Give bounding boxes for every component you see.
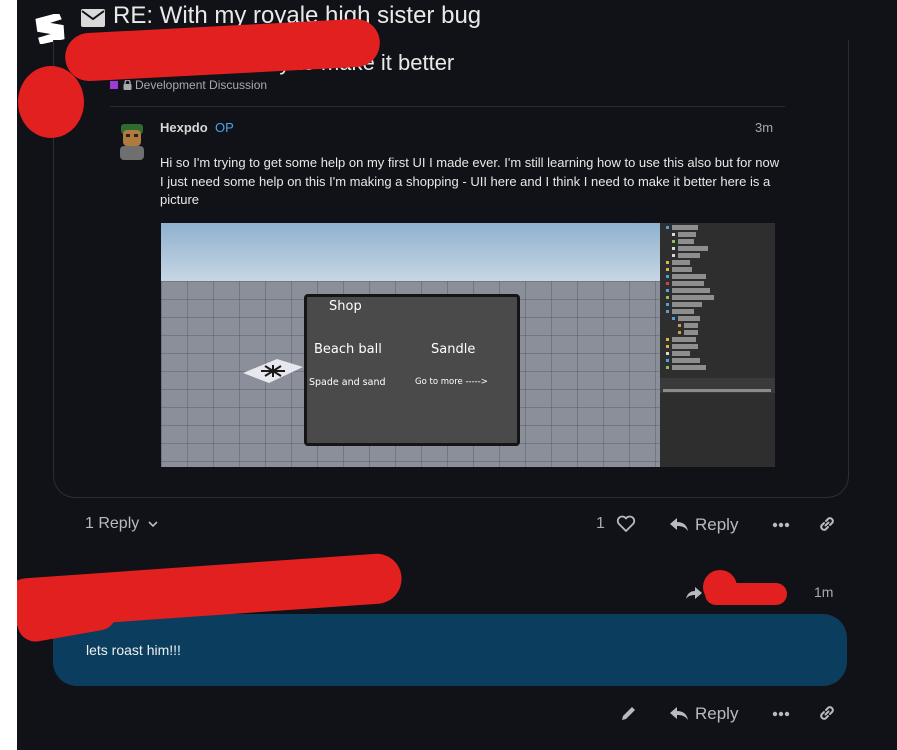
gui-beach-ball-button: Beach ball: [314, 342, 382, 357]
gui-shop-title: Shop: [329, 299, 362, 314]
reply-arrow-icon: [670, 518, 688, 531]
replies-count-label: 1 Reply: [85, 515, 140, 532]
reply-post-body: lets roast him!!!: [86, 642, 181, 658]
spawn-location-icon: [243, 359, 303, 383]
reply-arrow-icon: [670, 707, 688, 720]
reply-to-icon[interactable]: [685, 586, 703, 600]
gui-sandle-button: Sandle: [431, 342, 476, 357]
post-time[interactable]: 3m: [755, 120, 773, 135]
reply-label: Reply: [695, 704, 739, 723]
link-icon[interactable]: [818, 515, 836, 533]
chevron-down-icon: [148, 521, 158, 528]
reply-post-bubble: lets roast him!!!: [53, 614, 847, 686]
reply-post-time[interactable]: 1m: [814, 584, 833, 600]
lock-icon: [123, 80, 132, 90]
replies-toggle[interactable]: 1 Reply: [85, 515, 158, 533]
category-label: Development Discussion: [135, 78, 268, 92]
image-sky: [161, 223, 660, 283]
explorer-panel: [660, 223, 775, 467]
avatar[interactable]: [117, 122, 147, 162]
divider: [110, 106, 785, 107]
more-icon[interactable]: [772, 711, 790, 717]
gui-go-to-more-button: Go to more ----->: [415, 377, 488, 387]
heart-icon[interactable]: [616, 515, 636, 533]
forum-app: RE: With my royale high sister bug ake, …: [17, 0, 897, 750]
link-icon[interactable]: [818, 704, 836, 722]
category-color-badge: [110, 81, 118, 89]
reply-label: Reply: [695, 515, 739, 534]
post-body: Hi so I'm trying to get some help on my …: [160, 155, 780, 207]
properties-filter: [663, 389, 771, 392]
post-image[interactable]: Shop Beach ball Sandle Spade and sand Go…: [161, 223, 775, 467]
shop-gui-frame: Shop Beach ball Sandle Spade and sand Go…: [304, 294, 520, 446]
more-icon[interactable]: [772, 522, 790, 528]
op-badge: OP: [215, 120, 234, 135]
gui-spade-button: Spade and sand: [309, 377, 386, 388]
category-link[interactable]: Development Discussion: [110, 78, 267, 92]
like-count[interactable]: 1: [596, 515, 605, 533]
redaction-scribble: [18, 66, 84, 138]
mail-icon: [81, 9, 105, 27]
reply-button[interactable]: Reply: [669, 515, 738, 535]
edit-icon[interactable]: [620, 704, 638, 722]
redaction-scribble: [705, 583, 787, 605]
reply-post-reply-button[interactable]: Reply: [669, 704, 738, 724]
author-name[interactable]: Hexpdo: [160, 120, 208, 135]
